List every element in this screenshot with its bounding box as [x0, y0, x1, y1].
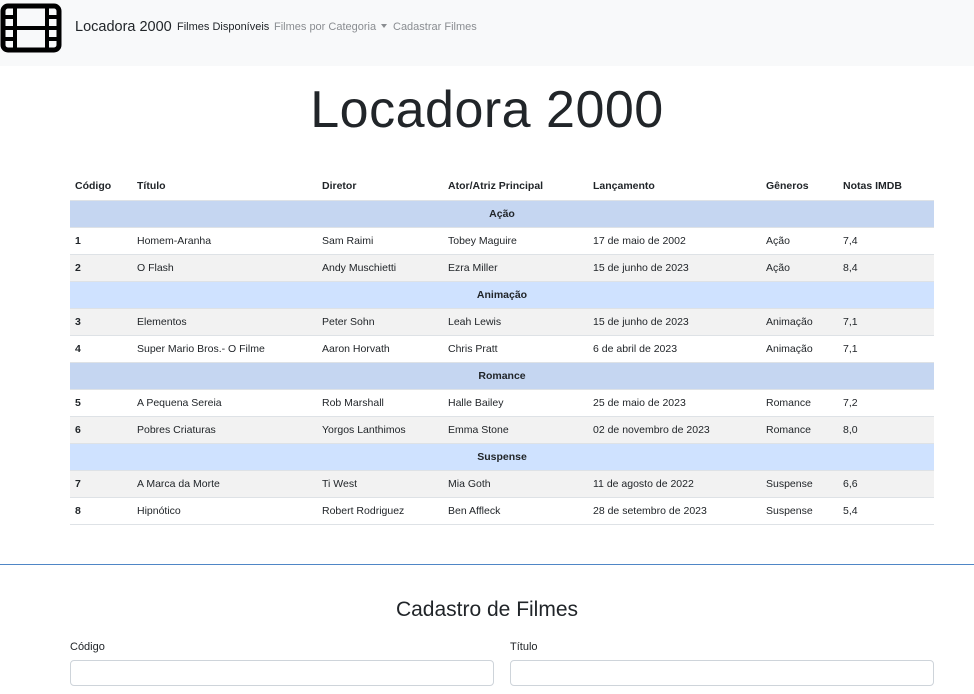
cell-nota: 7,1 — [838, 335, 934, 363]
cell-diretor: Sam Raimi — [317, 227, 443, 255]
cell-nota: 8,4 — [838, 254, 934, 282]
cell-ator: Ben Affleck — [443, 497, 588, 525]
cell-ator: Emma Stone — [443, 416, 588, 444]
table-row: 8 Hipnótico Robert Rodriguez Ben Affleck… — [70, 497, 934, 525]
group-label: Animação — [70, 281, 934, 309]
cell-ator: Halle Bailey — [443, 389, 588, 417]
cell-genero: Ação — [761, 227, 838, 255]
cell-codigo: 5 — [70, 389, 132, 417]
cell-nota: 5,4 — [838, 497, 934, 525]
cell-diretor: Robert Rodriguez — [317, 497, 443, 525]
cell-codigo: 1 — [70, 227, 132, 255]
cell-codigo: 4 — [70, 335, 132, 363]
cell-lancamento: 25 de maio de 2023 — [588, 389, 761, 417]
cell-diretor: Peter Sohn — [317, 308, 443, 336]
cell-titulo: A Pequena Sereia — [132, 389, 317, 417]
cell-titulo: Elementos — [132, 308, 317, 336]
cell-diretor: Yorgos Lanthimos — [317, 416, 443, 444]
cell-diretor: Andy Muschietti — [317, 254, 443, 282]
section-divider — [0, 564, 974, 565]
cell-nota: 7,4 — [838, 227, 934, 255]
cell-codigo: 3 — [70, 308, 132, 336]
group-label: Romance — [70, 362, 934, 390]
film-icon[interactable] — [0, 3, 62, 53]
codigo-input[interactable] — [70, 660, 494, 686]
cell-genero: Animação — [761, 335, 838, 363]
cell-ator: Chris Pratt — [443, 335, 588, 363]
table-row: 6 Pobres Criaturas Yorgos Lanthimos Emma… — [70, 416, 934, 444]
cell-titulo: Homem-Aranha — [132, 227, 317, 255]
page-title: Locadora 2000 — [310, 81, 664, 139]
codigo-label: Código — [70, 641, 105, 653]
titulo-input[interactable] — [510, 660, 934, 686]
cell-titulo: O Flash — [132, 254, 317, 282]
header-diretor: Diretor — [322, 179, 357, 192]
cell-nota: 7,1 — [838, 308, 934, 336]
cell-nota: 8,0 — [838, 416, 934, 444]
cell-titulo: Super Mario Bros.- O Filme — [132, 335, 317, 363]
caret-down-icon — [381, 24, 388, 28]
cell-lancamento: 11 de agosto de 2022 — [588, 470, 761, 498]
cell-genero: Suspense — [761, 497, 838, 525]
navbar-brand[interactable]: Locadora 2000 — [75, 19, 172, 35]
group-row-suspense: Suspense — [70, 443, 934, 471]
cell-nota: 7,2 — [838, 389, 934, 417]
header-lancamento: Lançamento — [593, 179, 655, 192]
group-row-acao: Ação — [70, 200, 934, 228]
group-row-romance: Romance — [70, 362, 934, 390]
cell-nota: 6,6 — [838, 470, 934, 498]
cell-genero: Animação — [761, 308, 838, 336]
titulo-label: Título — [510, 641, 538, 653]
nav-dropdown-label: Filmes por Categoria — [274, 21, 377, 33]
form-title: Cadastro de Filmes — [395, 598, 579, 621]
cell-lancamento: 02 de novembro de 2023 — [588, 416, 761, 444]
nav-dropdown-filmes-por-categoria[interactable]: Filmes por Categoria — [274, 21, 388, 33]
cell-codigo: 8 — [70, 497, 132, 525]
table-row: 4 Super Mario Bros.- O Filme Aaron Horva… — [70, 335, 934, 363]
header-notas: Notas IMDB — [843, 179, 902, 192]
cell-ator: Mia Goth — [443, 470, 588, 498]
group-label: Suspense — [70, 443, 934, 471]
group-row-animacao: Animação — [70, 281, 934, 309]
cell-titulo: Hipnótico — [132, 497, 317, 525]
cell-ator: Ezra Miller — [443, 254, 588, 282]
cell-lancamento: 28 de setembro de 2023 — [588, 497, 761, 525]
nav-link-filmes-disponiveis[interactable]: Filmes Disponíveis — [177, 21, 269, 33]
movies-table: Código Título Diretor Ator/Atriz Princip… — [70, 172, 934, 525]
table-row: 5 A Pequena Sereia Rob Marshall Halle Ba… — [70, 389, 934, 417]
cell-titulo: A Marca da Morte — [132, 470, 317, 498]
cell-lancamento: 6 de abril de 2023 — [588, 335, 761, 363]
header-codigo: Código — [75, 179, 112, 192]
cell-lancamento: 17 de maio de 2002 — [588, 227, 761, 255]
cell-codigo: 6 — [70, 416, 132, 444]
cell-titulo: Pobres Criaturas — [132, 416, 317, 444]
cell-genero: Romance — [761, 389, 838, 417]
cell-diretor: Rob Marshall — [317, 389, 443, 417]
table-row: 3 Elementos Peter Sohn Leah Lewis 15 de … — [70, 308, 934, 336]
header-titulo: Título — [137, 179, 166, 192]
cell-genero: Romance — [761, 416, 838, 444]
cell-genero: Suspense — [761, 470, 838, 498]
cell-diretor: Aaron Horvath — [317, 335, 443, 363]
nav-link-cadastrar-filmes[interactable]: Cadastrar Filmes — [393, 21, 477, 33]
cell-codigo: 7 — [70, 470, 132, 498]
cell-lancamento: 15 de junho de 2023 — [588, 254, 761, 282]
table-row: 2 O Flash Andy Muschietti Ezra Miller 15… — [70, 254, 934, 282]
group-label: Ação — [70, 200, 934, 228]
cell-diretor: Ti West — [317, 470, 443, 498]
table-row: 1 Homem-Aranha Sam Raimi Tobey Maguire 1… — [70, 227, 934, 255]
table-header-row: Código Título Diretor Ator/Atriz Princip… — [70, 172, 934, 200]
cell-genero: Ação — [761, 254, 838, 282]
navbar: Locadora 2000 Filmes Disponíveis Filmes … — [0, 0, 974, 66]
table-row: 7 A Marca da Morte Ti West Mia Goth 11 d… — [70, 470, 934, 498]
cell-lancamento: 15 de junho de 2023 — [588, 308, 761, 336]
header-generos: Gêneros — [766, 179, 809, 192]
cell-ator: Leah Lewis — [443, 308, 588, 336]
header-ator: Ator/Atriz Principal — [448, 179, 544, 192]
cell-codigo: 2 — [70, 254, 132, 282]
cell-ator: Tobey Maguire — [443, 227, 588, 255]
